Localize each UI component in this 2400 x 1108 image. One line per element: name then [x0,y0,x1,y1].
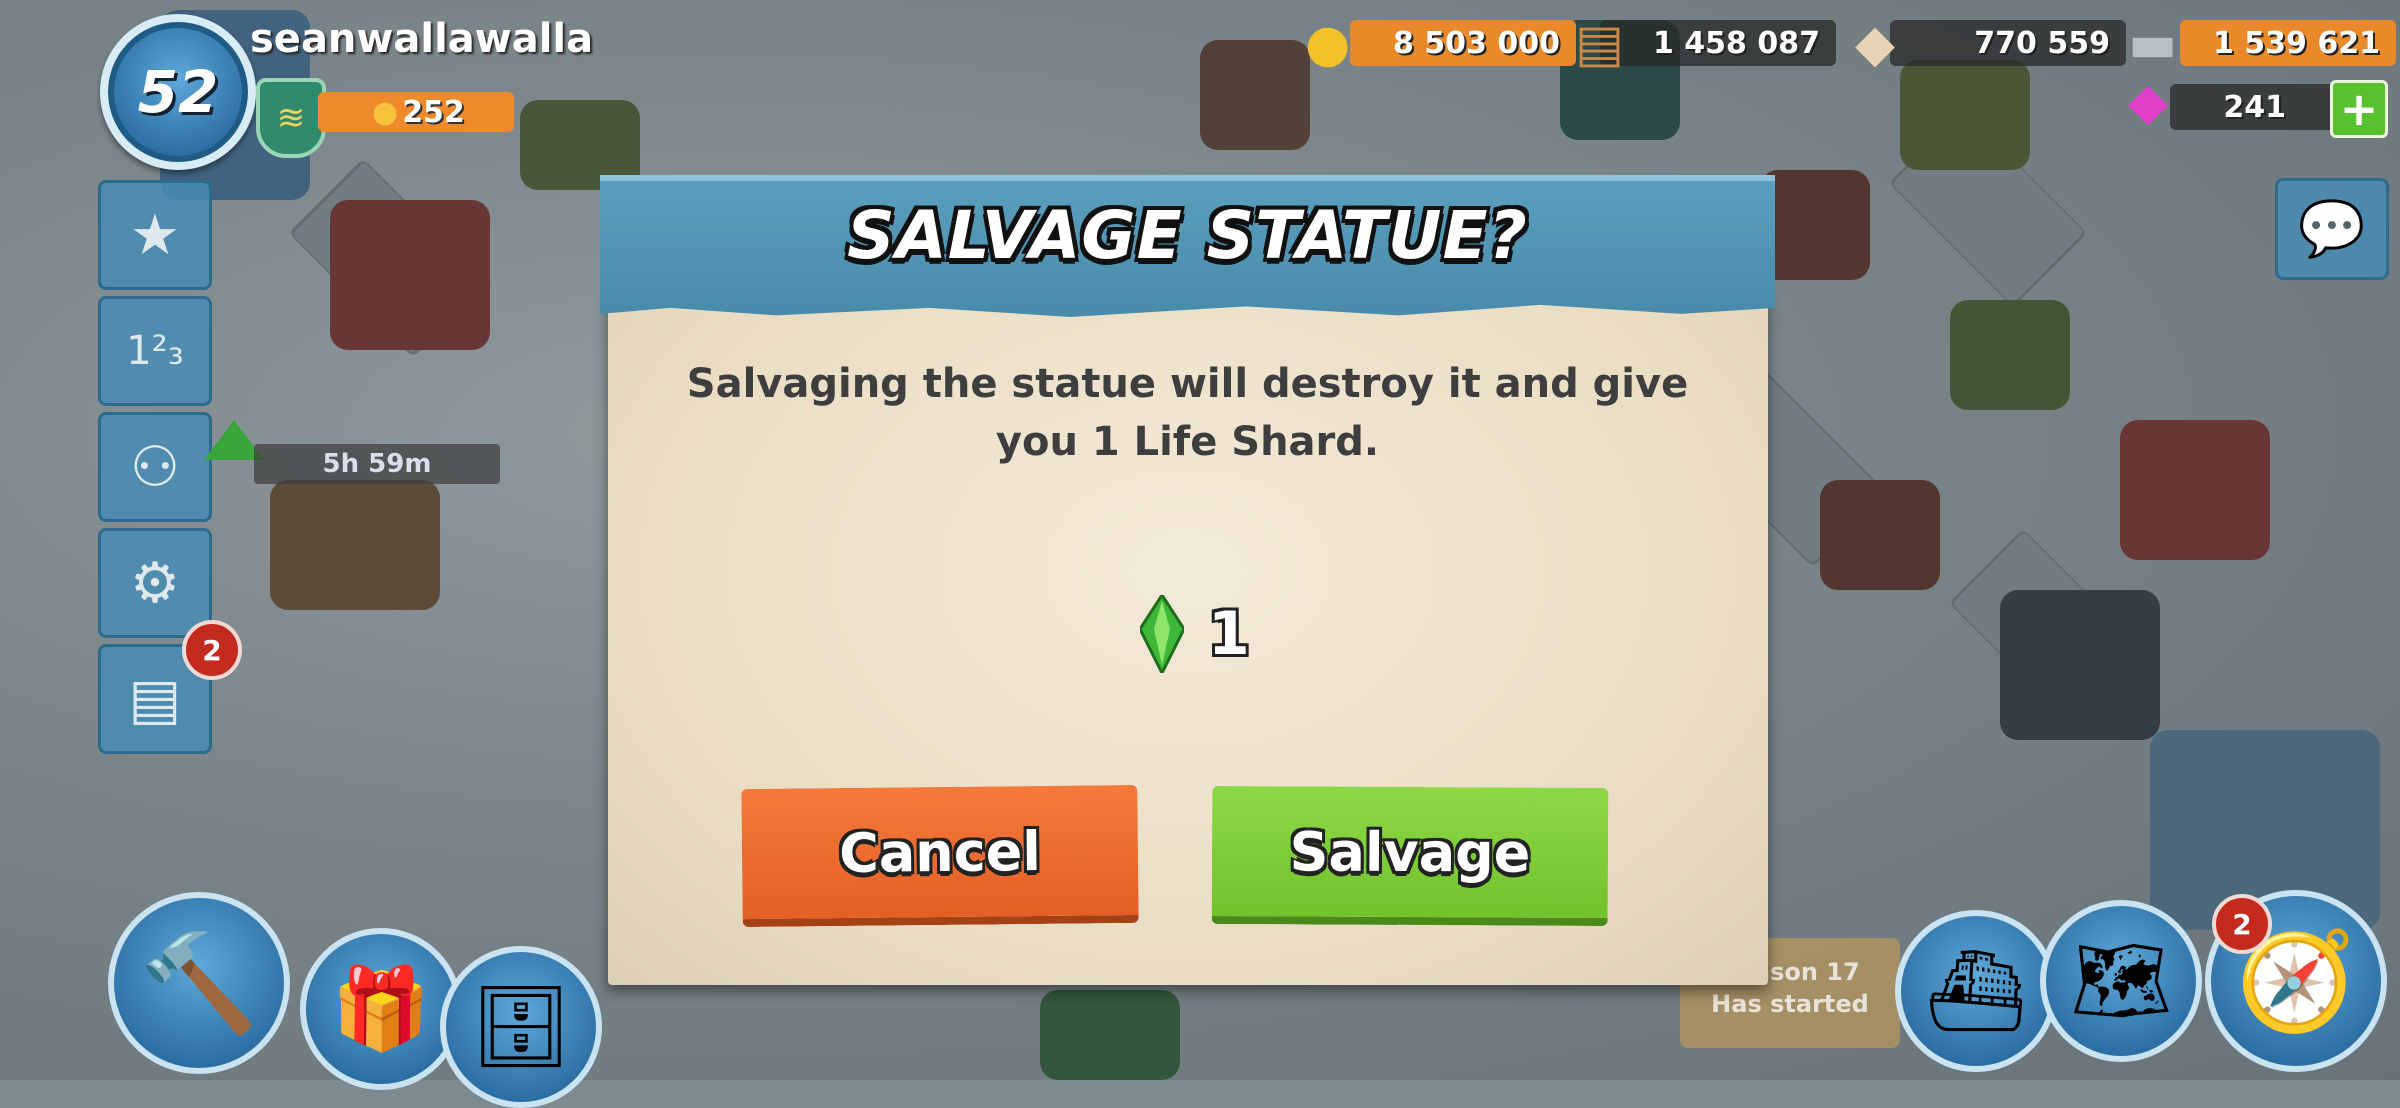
stone-counter[interactable]: 770 559 [1890,20,2126,66]
dialog-title: SALVAGE STATUE? [847,197,1528,274]
treasure-button[interactable]: 🎁 [300,928,462,1090]
stone-icon: ◆ [1855,14,1895,74]
build-button[interactable]: 🔨 [108,892,290,1074]
stone-amount: 770 559 [1974,25,2110,61]
star-icon: ★ [129,202,181,268]
hammer-icon: 🔨 [139,926,259,1039]
dialog-message: Salvaging the statue will destroy it and… [686,361,1689,465]
diamond-icon: ◆ [2128,72,2168,132]
map-button[interactable]: 🗺 [2040,900,2202,1062]
settings-button[interactable]: ⚙ [98,528,212,638]
wood-counter[interactable]: 1 458 087 [1600,20,1836,66]
vault-button[interactable]: 🗄 [440,946,602,1108]
medal-bar: ● 252 [318,92,514,132]
iron-amount: 1 539 621 [2212,25,2380,61]
boat-button[interactable]: ⛴ [1895,910,2057,1072]
gold-counter[interactable]: 8 503 000 [1350,20,1576,66]
player-name: seanwallawalla [250,16,594,62]
reward-count: 1 [1208,599,1250,669]
boat-icon: ⛴ [1925,944,2027,1037]
salvage-button-label: Salvage [1289,819,1531,885]
season-status: Has started [1711,990,1869,1018]
map-notification-badge: 2 [2212,894,2272,954]
medal-icon: ● [372,94,399,130]
iron-icon: ▬ [2128,14,2178,74]
news-notification-badge: 2 [182,620,242,680]
gear-icon: ⚙ [129,550,181,616]
medal-count: 252 [402,94,465,130]
task-force-button[interactable]: ⚇ [98,412,212,522]
leaderboard-icon: 1²₃ [126,328,184,374]
iron-counter[interactable]: 1 539 621 [2180,20,2396,66]
treasure-chest-icon: 🎁 [331,962,431,1055]
chat-icon: 💬 [2298,197,2366,260]
diamond-counter[interactable]: 241 [2170,84,2350,130]
reward-display: 1 [1140,595,1250,673]
chat-button[interactable]: 💬 [2275,178,2389,280]
salvage-button[interactable]: Salvage [1211,785,1609,927]
wood-icon: ▤ [1575,14,1625,74]
task-force-icon: ⚇ [129,434,181,500]
gold-amount: 8 503 000 [1392,25,1560,61]
map-icon: 🗺 [2070,934,2172,1027]
buy-diamonds-button[interactable]: + [2330,80,2388,138]
player-level-badge[interactable]: 52 [100,14,256,170]
life-shard-icon [1140,595,1184,673]
cancel-button-label: Cancel [838,819,1042,885]
newspaper-icon: ▤ [128,666,182,732]
leaderboard-button[interactable]: 1²₃ [98,296,212,406]
star-menu-button[interactable]: ★ [98,180,212,290]
vault-icon: 🗄 [470,980,572,1073]
coin-icon: ● [1305,14,1351,74]
salvage-dialog: SALVAGE STATUE? Salvaging the statue wil… [600,175,1775,990]
wood-amount: 1 458 087 [1652,25,1820,61]
rank-shield-icon[interactable]: ≋ [256,78,326,158]
diamond-amount: 241 [2223,89,2286,125]
cancel-button[interactable]: Cancel [741,784,1139,928]
construction-timer: 5h 59m [254,444,500,484]
player-level: 52 [137,58,219,126]
